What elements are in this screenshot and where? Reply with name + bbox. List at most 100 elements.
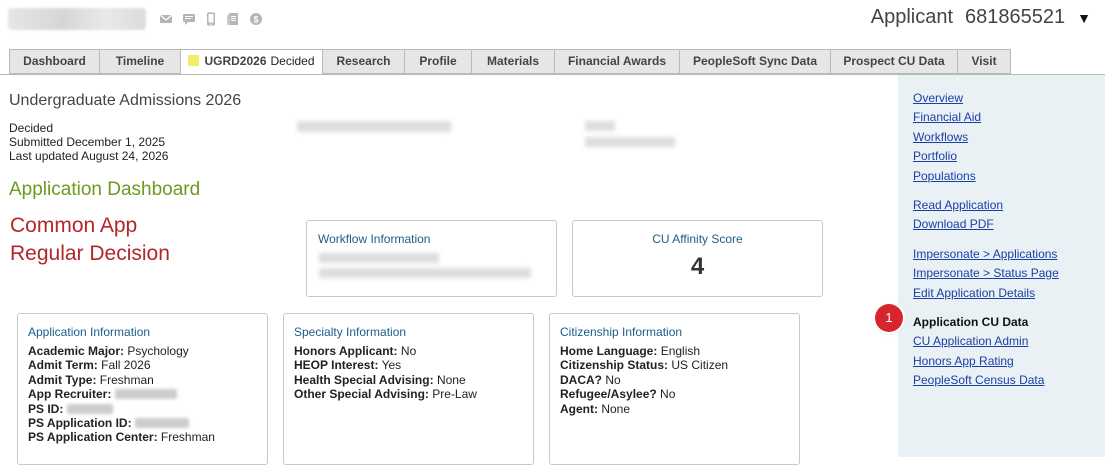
application-info-rows: Academic Major: Psychology Admit Term: F… xyxy=(28,344,215,445)
redacted-field xyxy=(297,121,451,132)
sidebar-link-honors-app-rating[interactable]: Honors App Rating xyxy=(913,354,1014,368)
info-row-admit-type: Admit Type: Freshman xyxy=(28,373,215,387)
sidebar-link-impersonate-status-page[interactable]: Impersonate > Status Page xyxy=(913,266,1059,280)
sidebar-link-cu-application-admin[interactable]: CU Application Admin xyxy=(913,334,1028,348)
row-label: Academic Major: xyxy=(28,344,125,358)
updated-date: Last updated August 24, 2026 xyxy=(9,149,169,163)
tab-profile[interactable]: Profile xyxy=(404,49,471,74)
money-icon[interactable]: $ xyxy=(249,12,263,26)
citizenship-row: DACA? No xyxy=(560,373,728,387)
tab-prospect-cu-data[interactable]: Prospect CU Data xyxy=(830,49,957,74)
round-line-2: Regular Decision xyxy=(10,242,170,265)
row-value: No xyxy=(605,372,621,387)
specialty-row: Other Special Advising: Pre-Law xyxy=(294,387,477,401)
sidebar-link-download-pdf[interactable]: Download PDF xyxy=(913,217,994,231)
tab-label: Visit xyxy=(971,54,997,68)
tab-label: Materials xyxy=(486,54,540,68)
row-label: Admit Term: xyxy=(28,358,98,373)
application-meta: Decided Submitted December 1, 2025 Last … xyxy=(9,121,168,163)
application-info-card: Application Information Academic Major: … xyxy=(17,313,268,465)
application-info-heading: Application Information xyxy=(28,325,151,339)
specialty-row: HEOP Interest: Yes xyxy=(294,358,477,372)
row-label: PS Application Center: xyxy=(28,430,158,445)
sidebar-link-populations[interactable]: Populations xyxy=(913,169,976,183)
workflow-card: Workflow Information xyxy=(306,220,557,297)
row-value: English xyxy=(660,344,701,358)
tab-dashboard[interactable]: Dashboard xyxy=(9,49,99,74)
citizenship-row: Refugee/Asylee? No xyxy=(560,387,728,401)
tab-peoplesoft-sync-data[interactable]: PeopleSoft Sync Data xyxy=(679,49,830,74)
info-row-major: Academic Major: Psychology xyxy=(28,344,215,358)
redacted-field xyxy=(585,137,675,147)
row-value: None xyxy=(601,401,631,416)
row-value: No xyxy=(660,387,676,402)
specialty-row: Health Special Advising: None xyxy=(294,373,477,387)
row-label: Other Special Advising: xyxy=(294,387,429,402)
document-icon[interactable] xyxy=(226,12,240,26)
tab-label: Prospect CU Data xyxy=(843,54,945,68)
specialty-info-card: Specialty Information Honors Applicant: … xyxy=(283,313,534,465)
top-bar: $ Applicant 681865521 ▼ xyxy=(0,0,1105,40)
redacted-value xyxy=(66,403,113,414)
chat-icon[interactable] xyxy=(182,12,196,26)
mail-icon[interactable] xyxy=(159,12,173,26)
phone-icon[interactable] xyxy=(205,12,217,26)
info-row-admit-term: Admit Term: Fall 2026 xyxy=(28,358,215,372)
submitted-date: Submitted December 1, 2025 xyxy=(9,135,166,149)
applicant-id: 681865521 xyxy=(965,6,1066,28)
row-value: No xyxy=(400,344,417,358)
sidebar-link-read-application[interactable]: Read Application xyxy=(913,198,1003,212)
tab-timeline[interactable]: Timeline xyxy=(99,49,180,74)
svg-text:$: $ xyxy=(253,15,258,25)
sidebar-link-edit-application-details[interactable]: Edit Application Details xyxy=(913,286,1035,300)
account-menu-caret-icon[interactable]: ▼ xyxy=(1077,10,1091,26)
workflow-heading: Workflow Information xyxy=(318,232,431,246)
tab-label: UGRD2026 xyxy=(204,54,267,68)
redacted-field xyxy=(585,121,615,131)
applicant-name-redacted xyxy=(8,8,146,30)
row-label: Home Language: xyxy=(560,344,658,358)
sidebar-link-workflows[interactable]: Workflows xyxy=(913,130,968,144)
sidebar-link-peoplesoft-census-data[interactable]: PeopleSoft Census Data xyxy=(913,373,1044,387)
row-label: App Recruiter: xyxy=(28,387,112,402)
tab-bar: Dashboard Timeline UGRD2026 Decided Resea… xyxy=(9,49,1011,75)
sidebar-link-impersonate-applications[interactable]: Impersonate > Applications xyxy=(913,247,1057,261)
redacted-field xyxy=(319,253,439,263)
application-status: Decided xyxy=(9,121,54,135)
row-label: Admit Type: xyxy=(28,372,97,387)
citizenship-row: Citizenship Status: US Citizen xyxy=(560,358,728,372)
tab-label: Profile xyxy=(419,54,457,68)
row-value: Yes xyxy=(381,358,402,373)
row-label: Agent: xyxy=(560,401,598,416)
redacted-field xyxy=(319,268,531,278)
status-flag-icon xyxy=(188,55,200,66)
step-marker-badge: 1 xyxy=(875,304,903,332)
row-value: None xyxy=(436,372,466,387)
tab-visit[interactable]: Visit xyxy=(957,49,1011,74)
redacted-value xyxy=(134,418,189,429)
row-label: PS Application ID: xyxy=(28,416,132,431)
specialty-info-heading: Specialty Information xyxy=(294,325,407,339)
row-value: Pre-Law xyxy=(432,387,477,402)
tab-research[interactable]: Research xyxy=(322,49,404,74)
affinity-score-value: 4 xyxy=(690,253,705,280)
tab-materials[interactable]: Materials xyxy=(471,49,554,74)
round-line-1: Common App xyxy=(10,214,138,237)
row-value: Freshman xyxy=(160,430,215,445)
citizenship-info-card: Citizenship Information Home Language: E… xyxy=(549,313,800,465)
tab-label: Research xyxy=(336,54,391,68)
affinity-score-card: CU Affinity Score 4 xyxy=(572,220,823,297)
row-label: DACA? xyxy=(560,372,602,387)
sidebar-link-overview[interactable]: Overview xyxy=(913,91,963,105)
citizenship-info-heading: Citizenship Information xyxy=(560,325,683,339)
row-value: Freshman xyxy=(99,372,154,387)
sidebar-link-financial-aid[interactable]: Financial Aid xyxy=(913,110,981,124)
info-row-ps-app-center: PS Application Center: Freshman xyxy=(28,430,215,444)
row-value: Fall 2026 xyxy=(101,358,151,373)
specialty-row: Honors Applicant: No xyxy=(294,344,477,358)
tab-financial-awards[interactable]: Financial Awards xyxy=(554,49,679,74)
row-label: PS ID: xyxy=(28,401,64,416)
sidebar-link-portfolio[interactable]: Portfolio xyxy=(913,149,957,163)
contact-icons: $ xyxy=(159,12,263,26)
tab-ugrd2026[interactable]: UGRD2026 Decided xyxy=(180,49,322,75)
